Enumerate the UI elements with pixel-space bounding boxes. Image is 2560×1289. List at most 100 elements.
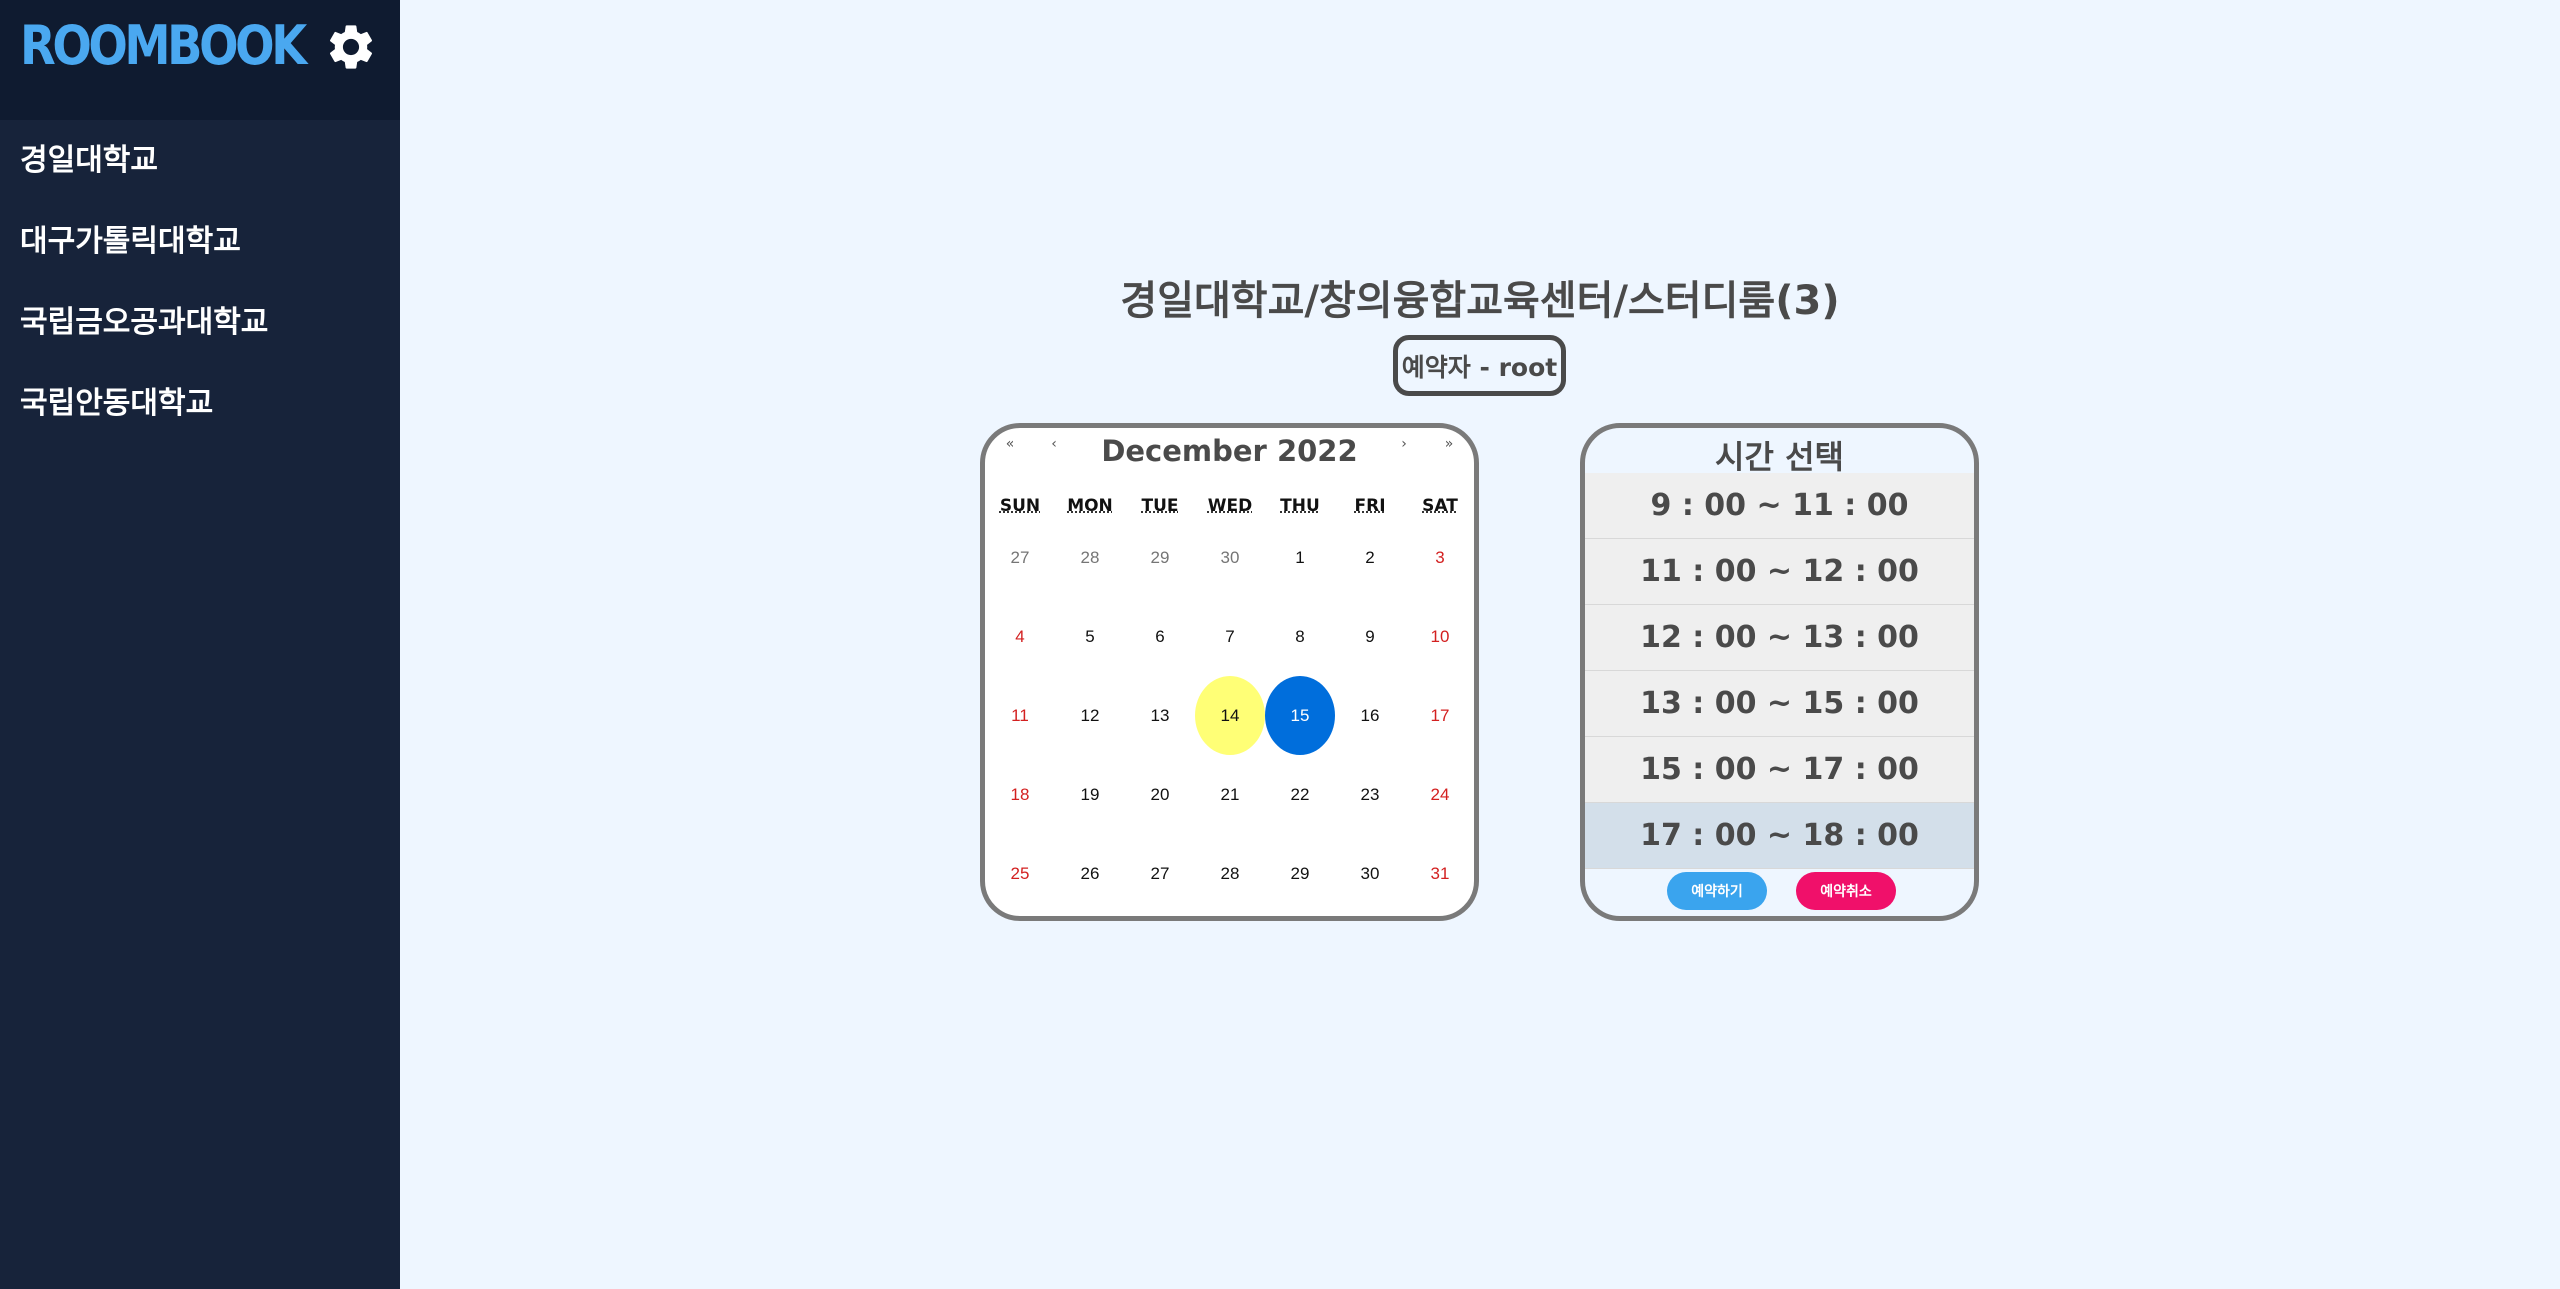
calendar-day-number: 4 [1015, 626, 1025, 646]
calendar-day[interactable]: 27 [1125, 834, 1195, 913]
calendar-day[interactable]: 27 [985, 518, 1055, 597]
calendar-day-number: 29 [1150, 547, 1170, 567]
sidebar-item-kumoh[interactable]: 국립금오공과대학교 [0, 282, 400, 363]
calendar-day-number: 28 [1220, 863, 1240, 883]
calendar-day[interactable]: 1 [1265, 518, 1335, 597]
calendar-day[interactable]: 28 [1055, 518, 1125, 597]
gear-icon[interactable] [324, 20, 378, 74]
sidebar-item-andong[interactable]: 국립안동대학교 [0, 363, 400, 444]
calendar-day[interactable]: 4 [985, 597, 1055, 676]
time-slot[interactable]: 15 : 00 ~ 17 : 00 [1585, 737, 1974, 803]
calendar-day[interactable]: 25 [985, 834, 1055, 913]
calendar-day-number: 2 [1365, 547, 1375, 567]
calendar-day[interactable]: 30 [1335, 834, 1405, 913]
action-buttons: 예약하기 예약취소 [1585, 872, 1974, 912]
calendar-day[interactable]: 15 [1265, 676, 1335, 755]
calendar-day-number: 30 [1220, 547, 1240, 567]
calendar-day-number: 27 [1150, 863, 1170, 883]
sidebar: ROOMBOOK 경일대학교 대구가톨릭대학교 국립금오공과대학교 국립안동대학… [0, 0, 400, 1289]
calendar-day-number: 12 [1080, 705, 1100, 725]
calendar-day[interactable]: 12 [1055, 676, 1125, 755]
calendar-day-number: 30 [1360, 863, 1380, 883]
calendar-day-number: 5 [1085, 626, 1095, 646]
calendar-day[interactable]: 19 [1055, 755, 1125, 834]
time-panel: 시간 선택 9 : 00 ~ 11 : 00 11 : 00 ~ 12 : 00 1… [1580, 423, 1979, 921]
calendar-day[interactable]: 10 [1405, 597, 1474, 676]
calendar-day[interactable]: 29 [1265, 834, 1335, 913]
calendar-day-number: 10 [1430, 626, 1450, 646]
calendar-day[interactable]: 20 [1125, 755, 1195, 834]
weekday-label: THU [1280, 496, 1320, 516]
calendar-day-number: 23 [1360, 784, 1380, 804]
calendar-day-number: 6 [1155, 626, 1165, 646]
page-title: 경일대학교/창의융합교육센터/스터디룸(3) [1120, 278, 1840, 324]
calendar-day[interactable]: 7 [1195, 597, 1265, 676]
calendar-day-number: 8 [1295, 626, 1305, 646]
weekday-label: TUE [1141, 496, 1179, 516]
reserve-button[interactable]: 예약하기 [1667, 872, 1767, 910]
time-slot[interactable]: 12 : 00 ~ 13 : 00 [1585, 605, 1974, 671]
calendar-day[interactable]: 6 [1125, 597, 1195, 676]
time-slot[interactable]: 11 : 00 ~ 12 : 00 [1585, 539, 1974, 605]
calendar-day-number: 3 [1435, 547, 1445, 567]
calendar-day-number: 16 [1360, 705, 1380, 725]
calendar-day-number: 18 [1010, 784, 1030, 804]
weekday-label: SUN [999, 496, 1041, 516]
calendar-day[interactable]: 30 [1195, 518, 1265, 597]
cancel-reservation-button[interactable]: 예약취소 [1796, 872, 1896, 910]
sidebar-item-kyungil[interactable]: 경일대학교 [0, 120, 400, 201]
calendar-day-number: 13 [1150, 705, 1170, 725]
calendar-day[interactable]: 26 [1055, 834, 1125, 913]
calendar-day[interactable]: 22 [1265, 755, 1335, 834]
calendar: « ‹ December 2022 › » SUN MON TUE WED THU FRI… [980, 423, 1479, 921]
next-year-button[interactable]: » [1434, 436, 1464, 452]
calendar-day-number: 24 [1430, 784, 1450, 804]
calendar-day-number: 17 [1430, 705, 1450, 725]
calendar-day-number: 9 [1365, 626, 1375, 646]
calendar-day-number: 31 [1430, 863, 1450, 883]
calendar-day[interactable]: 13 [1125, 676, 1195, 755]
time-slot[interactable]: 13 : 00 ~ 15 : 00 [1585, 671, 1974, 737]
weekday-label: FRI [1354, 496, 1386, 516]
calendar-day[interactable]: 2 [1335, 518, 1405, 597]
calendar-day-number: 27 [1010, 547, 1030, 567]
calendar-day[interactable]: 31 [1405, 834, 1474, 913]
calendar-day-number: 21 [1220, 784, 1240, 804]
calendar-day-number: 29 [1290, 863, 1310, 883]
time-slot[interactable]: 17 : 00 ~ 18 : 00 [1585, 803, 1974, 869]
sidebar-item-daegu-catholic[interactable]: 대구가톨릭대학교 [0, 201, 400, 282]
calendar-day[interactable]: 8 [1265, 597, 1335, 676]
calendar-day[interactable]: 18 [985, 755, 1055, 834]
calendar-day[interactable]: 11 [985, 676, 1055, 755]
calendar-day-number: 25 [1010, 863, 1030, 883]
calendar-day-number: 1 [1295, 547, 1305, 567]
calendar-day-number: 15 [1290, 705, 1310, 725]
calendar-day[interactable]: 5 [1055, 597, 1125, 676]
calendar-day[interactable]: 3 [1405, 518, 1474, 597]
weekday-label: WED [1207, 496, 1253, 516]
time-slot[interactable]: 9 : 00 ~ 11 : 00 [1585, 473, 1974, 539]
calendar-day-number: 11 [1011, 705, 1029, 725]
time-slot-list: 9 : 00 ~ 11 : 00 11 : 00 ~ 12 : 00 12 : 00… [1585, 473, 1974, 869]
calendar-day[interactable]: 17 [1405, 676, 1474, 755]
calendar-day-number: 19 [1080, 784, 1100, 804]
calendar-day[interactable]: 14 [1195, 676, 1265, 755]
sidebar-nav: 경일대학교 대구가톨릭대학교 국립금오공과대학교 국립안동대학교 [0, 120, 400, 444]
calendar-day[interactable]: 23 [1335, 755, 1405, 834]
calendar-day-number: 7 [1225, 626, 1235, 646]
calendar-day[interactable]: 9 [1335, 597, 1405, 676]
calendar-day-number: 22 [1290, 784, 1310, 804]
calendar-day-number: 28 [1080, 547, 1100, 567]
calendar-day[interactable]: 29 [1125, 518, 1195, 597]
calendar-day[interactable]: 24 [1405, 755, 1474, 834]
calendar-day-number: 26 [1080, 863, 1100, 883]
time-panel-title: 시간 선택 [1715, 438, 1844, 476]
calendar-day[interactable]: 16 [1335, 676, 1405, 755]
calendar-day-number: 20 [1150, 784, 1170, 804]
gear-icon-svg [329, 25, 373, 69]
next-month-button[interactable]: › [1389, 436, 1419, 452]
calendar-day-number: 14 [1220, 705, 1240, 725]
calendar-day[interactable]: 21 [1195, 755, 1265, 834]
app-logo[interactable]: ROOMBOOK [20, 14, 307, 77]
calendar-day[interactable]: 28 [1195, 834, 1265, 913]
